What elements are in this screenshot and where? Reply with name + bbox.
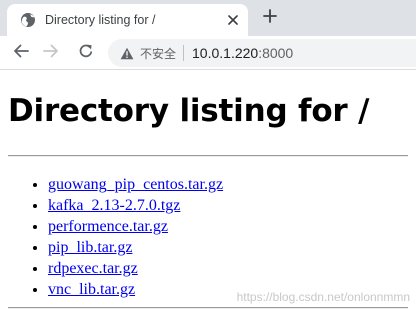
plus-icon [263,8,277,28]
address-bar[interactable]: 不安全 10.0.1.220:8000 [108,39,416,67]
file-link[interactable]: performence.tar.gz [48,218,168,235]
arrow-left-icon [13,43,29,64]
file-link[interactable]: guowang_pip_centos.tar.gz [48,176,223,193]
file-link[interactable]: rdpexec.tar.gz [48,260,138,277]
omnibox-divider [183,45,185,61]
reload-icon [78,43,94,64]
globe-icon [20,12,36,28]
forward-button[interactable] [41,43,61,63]
divider-bottom [8,307,408,309]
tab-active[interactable]: Directory listing for / [7,4,248,36]
list-item: kafka_2.13-2.7.0.tgz [48,195,416,216]
tab-title: Directory listing for / [45,13,156,27]
warning-icon[interactable] [120,46,134,60]
url-host: 10.0.1.220 [192,45,259,61]
arrow-right-icon [43,43,59,64]
file-link[interactable]: vnc_lib.tar.gz [48,281,135,298]
file-link[interactable]: pip_lib.tar.gz [48,239,132,256]
new-tab-button[interactable] [259,7,281,29]
list-item: pip_lib.tar.gz [48,237,416,258]
page-content: Directory listing for / guowang_pip_cent… [0,70,416,309]
divider-top [8,155,408,157]
file-link[interactable]: kafka_2.13-2.7.0.tgz [48,197,180,214]
list-item: guowang_pip_centos.tar.gz [48,174,416,195]
list-item: performence.tar.gz [48,216,416,237]
url-port: :8000 [258,45,294,61]
browser-toolbar: 不安全 10.0.1.220:8000 [0,36,416,70]
page-title: Directory listing for / [8,93,370,129]
watermark: https://blog.csdn.net/onlonnmmn [236,290,410,304]
list-item: rdpexec.tar.gz [48,258,416,279]
tab-strip: Directory listing for / [0,0,416,36]
back-button[interactable] [11,43,31,63]
close-icon[interactable] [225,12,241,28]
url-text[interactable]: 10.0.1.220:8000 [192,45,293,61]
security-label[interactable]: 不安全 [140,45,176,62]
reload-button[interactable] [76,43,96,63]
file-list: guowang_pip_centos.tar.gz kafka_2.13-2.7… [8,174,416,300]
